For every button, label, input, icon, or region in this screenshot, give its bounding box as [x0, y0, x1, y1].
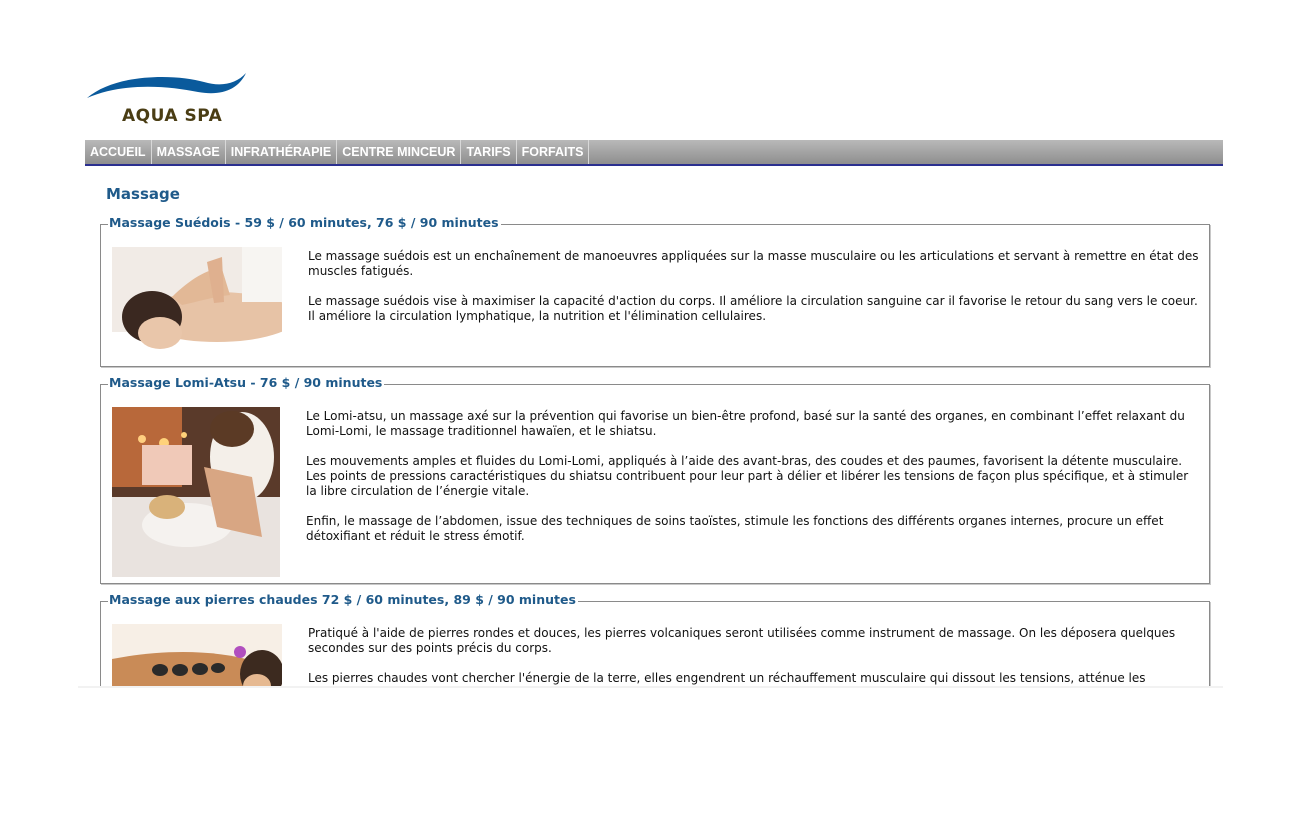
nav-item-centre-minceur[interactable]: CENTRE MINCEUR: [337, 140, 462, 164]
nav-item-tarifs[interactable]: TARIFS: [461, 140, 517, 164]
section-suedois: Massage Suédois - 59 $ / 60 minutes, 76 …: [100, 215, 1210, 367]
lomi-massage-photo-icon: [112, 407, 280, 577]
wave-logo-icon: [87, 73, 246, 98]
content-viewport: AQUA SPA ACCUEIL MASSAGE INFRATHÉRAPIE C…: [0, 0, 1300, 688]
nav-item-accueil[interactable]: ACCUEIL: [85, 140, 152, 164]
section-text: Le massage suédois est un enchaînement d…: [308, 249, 1201, 339]
page-title: Massage: [106, 185, 180, 203]
back-massage-photo-icon: [112, 247, 282, 360]
brand-name: AQUA SPA: [122, 106, 223, 126]
nav-item-massage[interactable]: MASSAGE: [152, 140, 226, 164]
hot-stones-photo-icon: [112, 624, 282, 688]
section-legend: Massage Suédois - 59 $ / 60 minutes, 76 …: [108, 215, 501, 230]
nav-item-infratherapie[interactable]: INFRATHÉRAPIE: [226, 140, 338, 164]
content-bottom-edge: [78, 686, 1223, 688]
section-lomi-atsu: Massage Lomi-Atsu - 76 $ / 90 minutes Le…: [100, 375, 1210, 584]
page: AQUA SPA ACCUEIL MASSAGE INFRATHÉRAPIE C…: [0, 0, 1300, 825]
section-legend: Massage Lomi-Atsu - 76 $ / 90 minutes: [108, 375, 385, 390]
paragraph: Le massage suédois est un enchaînement d…: [308, 249, 1199, 278]
paragraph: Le Lomi-atsu, un massage axé sur la prév…: [306, 409, 1185, 438]
section-text: Le Lomi-atsu, un massage axé sur la prév…: [306, 409, 1201, 559]
logo[interactable]: AQUA SPA: [86, 68, 256, 130]
paragraph: Le massage suédois vise à maximiser la c…: [308, 294, 1198, 323]
main-nav: ACCUEIL MASSAGE INFRATHÉRAPIE CENTRE MIN…: [85, 140, 1223, 166]
section-pierres-chaudes: Massage aux pierres chaudes 72 $ / 60 mi…: [100, 592, 1210, 688]
nav-item-forfaits[interactable]: FORFAITS: [517, 140, 590, 164]
section-text: Pratiqué à l'aide de pierres rondes et d…: [308, 626, 1201, 688]
section-legend: Massage aux pierres chaudes 72 $ / 60 mi…: [108, 592, 578, 607]
paragraph: Enfin, le massage de l’abdomen, issue de…: [306, 514, 1164, 543]
paragraph: Pratiqué à l'aide de pierres rondes et d…: [308, 626, 1176, 655]
paragraph: Les mouvements amples et fluides du Lomi…: [306, 454, 1189, 498]
